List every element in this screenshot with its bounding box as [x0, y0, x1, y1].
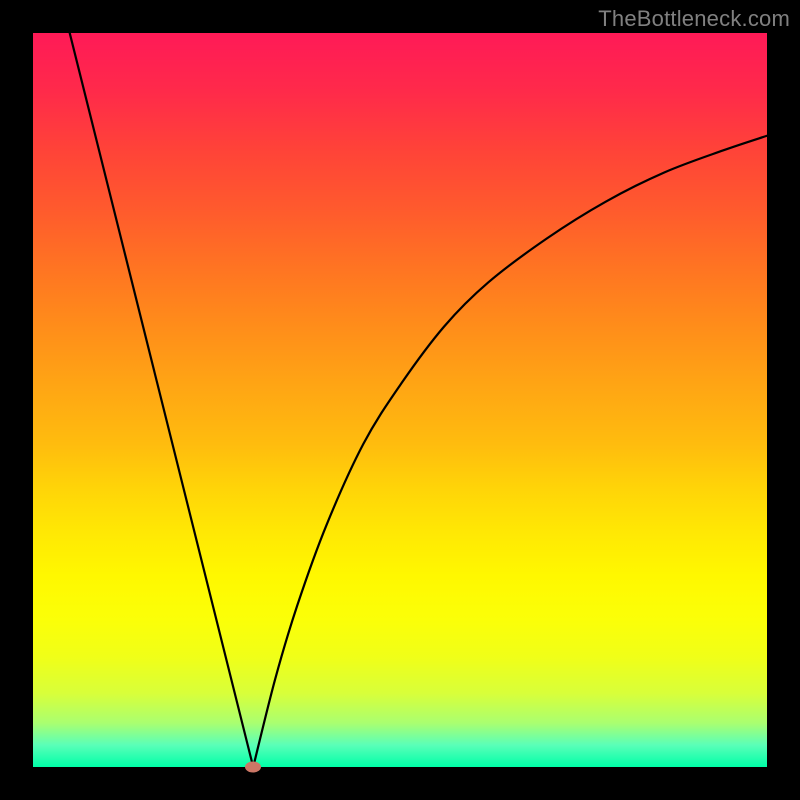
bottleneck-curve: [33, 33, 767, 767]
optimum-marker: [245, 762, 261, 773]
plot-area: [33, 33, 767, 767]
watermark-text: TheBottleneck.com: [598, 6, 790, 32]
chart-frame: TheBottleneck.com: [0, 0, 800, 800]
